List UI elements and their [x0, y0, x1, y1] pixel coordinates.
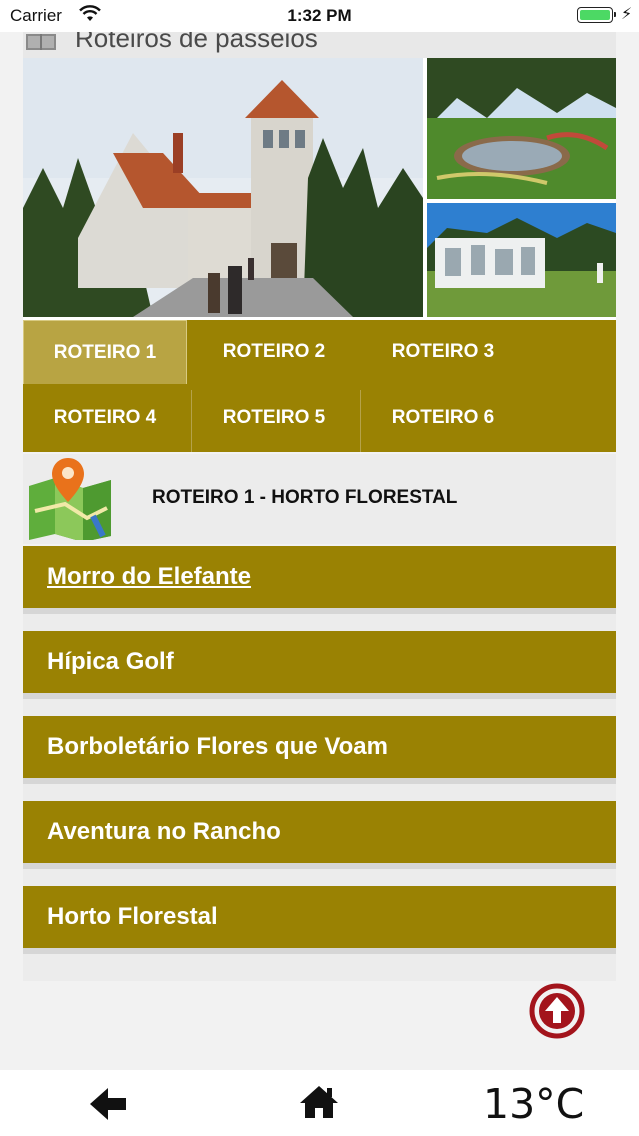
- map-pin-icon: [29, 458, 111, 540]
- sculpture-photo: [427, 203, 616, 317]
- home-icon[interactable]: [298, 1084, 340, 1120]
- tab-roteiro-2[interactable]: ROTEIRO 2: [192, 320, 356, 384]
- page-header: Roteiros de passeios: [23, 32, 616, 58]
- list-item-label: Borboletário Flores que Voam: [47, 733, 388, 760]
- list-item-label: Aventura no Rancho: [47, 818, 281, 845]
- tab-roteiro-3[interactable]: ROTEIRO 3: [361, 320, 525, 384]
- list-item-label: Horto Florestal: [47, 903, 218, 930]
- list-item-label: Hípica Golf: [47, 648, 174, 675]
- tab-roteiro-4[interactable]: ROTEIRO 4: [23, 386, 187, 450]
- back-arrow-icon[interactable]: [88, 1086, 128, 1122]
- list-item-hipica-golf[interactable]: Hípica Golf: [23, 631, 616, 693]
- bottom-bar: 13°C: [0, 1070, 639, 1136]
- hero-gallery: [23, 58, 616, 320]
- status-bar: Carrier 1:32 PM ⚡: [0, 0, 639, 32]
- places-list: Morro do Elefante Hípica Golf Borboletár…: [23, 546, 616, 981]
- route-banner: ROTEIRO 1 - HORTO FLORESTAL: [23, 454, 616, 544]
- list-item-label: Morro do Elefante: [47, 563, 252, 590]
- list-item-borboletario[interactable]: Borboletário Flores que Voam: [23, 716, 616, 778]
- temperature-label: 13°C: [483, 1080, 585, 1128]
- list-item-morro-do-elefante[interactable]: Morro do Elefante: [23, 546, 616, 608]
- page-title: Roteiros de passeios: [75, 32, 318, 53]
- tab-divider: [360, 390, 361, 452]
- tab-roteiro-1[interactable]: ROTEIRO 1: [23, 320, 187, 384]
- list-item-horto-florestal[interactable]: Horto Florestal: [23, 886, 616, 948]
- castle-photo: [23, 58, 423, 317]
- tab-roteiro-5[interactable]: ROTEIRO 5: [192, 386, 356, 450]
- garden-photo: [427, 58, 616, 199]
- scroll-top-button[interactable]: [529, 983, 585, 1039]
- charging-icon: ⚡: [621, 6, 633, 23]
- map-book-icon: [26, 34, 56, 50]
- route-title: ROTEIRO 1 - HORTO FLORESTAL: [152, 487, 458, 508]
- list-item-aventura-no-rancho[interactable]: Aventura no Rancho: [23, 801, 616, 863]
- route-tabs: ROTEIRO 1 ROTEIRO 2 ROTEIRO 3 ROTEIRO 4 …: [23, 320, 616, 452]
- tab-divider: [191, 390, 192, 452]
- clock: 1:32 PM: [287, 6, 352, 25]
- battery-icon: [577, 7, 616, 23]
- tab-roteiro-6[interactable]: ROTEIRO 6: [361, 386, 525, 450]
